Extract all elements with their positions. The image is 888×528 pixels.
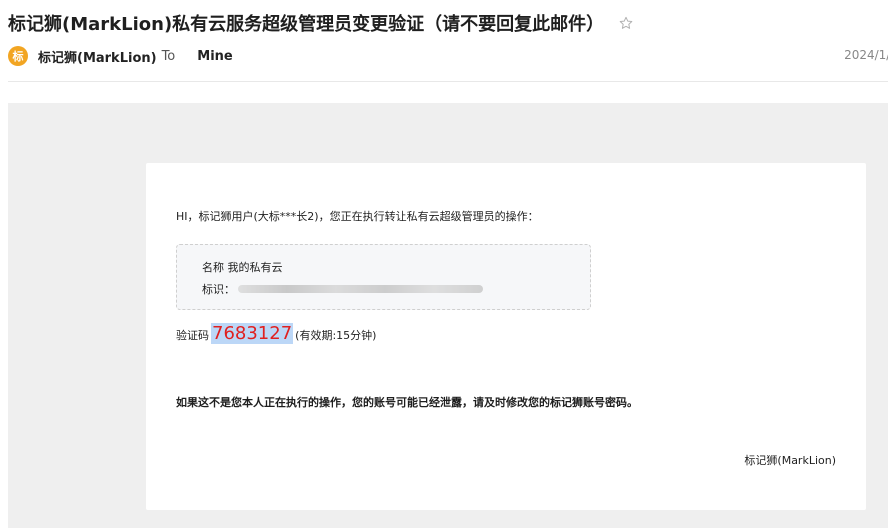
sender-row: 标 标记狮(MarkLion) To Mine 2024/1/1 bbox=[8, 46, 888, 66]
email-subject: 标记狮(MarkLion)私有云服务超级管理员变更验证（请不要回复此邮件） bbox=[8, 10, 634, 36]
cloud-name-label: 名称 bbox=[202, 261, 224, 274]
sender-name[interactable]: 标记狮(MarkLion) bbox=[38, 47, 157, 66]
star-icon[interactable] bbox=[618, 15, 634, 31]
cloud-name-value: 我的私有云 bbox=[227, 261, 283, 274]
cloud-id-redacted bbox=[238, 285, 483, 293]
cloud-id-label: 标识： bbox=[202, 283, 235, 296]
security-warning: 如果这不是您本人正在执行的操作，您的账号可能已经泄露，请及时修改您的标记狮账号密… bbox=[176, 396, 638, 409]
code-label: 验证码 bbox=[176, 329, 209, 342]
cloud-info-box: 名称 我的私有云 标识： bbox=[176, 244, 591, 310]
cloud-name-line: 名称 我的私有云 bbox=[202, 259, 283, 275]
greeting-text: HI，标记狮用户(大标***长2)，您正在执行转让私有云超级管理员的操作： bbox=[176, 210, 539, 223]
verification-code[interactable]: 7683127 bbox=[211, 323, 294, 344]
recipient-name[interactable]: Mine bbox=[197, 49, 232, 64]
sender-avatar[interactable]: 标 bbox=[8, 46, 28, 66]
to-label: To bbox=[161, 48, 176, 64]
cloud-id-line: 标识： bbox=[202, 281, 483, 297]
email-date: 2024/1/1 bbox=[844, 48, 888, 62]
email-content-card: HI，标记狮用户(大标***长2)，您正在执行转让私有云超级管理员的操作： 名称… bbox=[146, 163, 866, 510]
code-validity: (有效期:15分钟) bbox=[295, 329, 377, 342]
subject-text: 标记狮(MarkLion)私有云服务超级管理员变更验证（请不要回复此邮件） bbox=[8, 14, 605, 35]
email-signature: 标记狮(MarkLion) bbox=[744, 454, 836, 467]
header-divider bbox=[8, 81, 888, 82]
verification-code-row: 验证码 7683127 (有效期:15分钟) bbox=[176, 323, 376, 344]
